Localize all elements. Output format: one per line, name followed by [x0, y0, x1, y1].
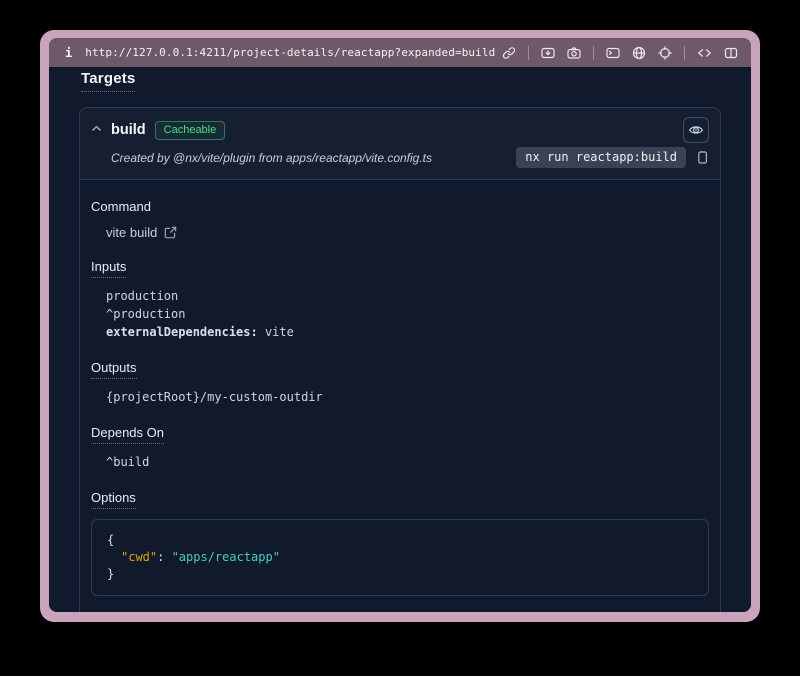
output-item: {projectRoot}/my-custom-outdir	[106, 388, 709, 406]
input-item: externalDependencies: vite	[106, 323, 709, 341]
created-by-text: Created by @nx/vite/plugin from apps/rea…	[111, 151, 432, 165]
inputs-section-label: Inputs	[91, 258, 709, 278]
page-title: Targets	[81, 67, 721, 92]
camera-icon[interactable]	[567, 46, 581, 60]
toolbar-separator	[528, 46, 529, 60]
external-link-icon	[164, 226, 177, 239]
run-command-chip: nx run reactapp:build	[516, 147, 686, 168]
view-graph-button[interactable]	[683, 117, 709, 143]
copy-command-button[interactable]	[696, 150, 709, 165]
terminal-icon[interactable]	[606, 46, 620, 60]
options-json-block: { "cwd": "apps/reactapp" }	[91, 519, 709, 596]
screencast-icon[interactable]	[541, 46, 555, 60]
eye-icon	[688, 122, 704, 138]
chevron-up-icon[interactable]	[91, 121, 102, 139]
target-card-build: build Cacheable Created by @nx/vite/plug…	[79, 107, 721, 612]
url-text[interactable]: http://127.0.0.1:4211/project-details/re…	[85, 46, 502, 59]
depends-on-item: ^build	[106, 453, 709, 471]
toolbar-separator	[684, 46, 685, 60]
target-name[interactable]: build	[111, 122, 146, 138]
split-panel-icon[interactable]	[724, 46, 738, 60]
open-config-button[interactable]	[164, 226, 177, 239]
code-icon[interactable]	[697, 46, 712, 60]
page-content: Targets build Cacheable	[49, 67, 751, 612]
targets-heading-text[interactable]: Targets	[81, 70, 135, 92]
build-card-body: Command vite build I	[80, 180, 720, 612]
toolbar-icons	[502, 46, 738, 60]
outputs-section-label: Outputs	[91, 359, 709, 379]
url-toolbar: i http://127.0.0.1:4211/project-details/…	[49, 38, 751, 67]
options-section-label: Options	[91, 489, 709, 509]
copy-icon	[696, 150, 709, 165]
browser-window: i http://127.0.0.1:4211/project-details/…	[40, 30, 760, 622]
cacheable-badge: Cacheable	[155, 121, 226, 140]
inspect-icon[interactable]	[658, 46, 672, 60]
depends-on-section-label: Depends On	[91, 424, 709, 444]
info-icon: i	[65, 46, 72, 60]
json-open-brace: {	[107, 532, 693, 549]
json-property-line: "cwd": "apps/reactapp"	[107, 549, 693, 566]
command-section-label: Command	[91, 198, 709, 216]
link-icon[interactable]	[502, 46, 516, 60]
build-card-header: build Cacheable Created by @nx/vite/plug…	[80, 108, 720, 180]
json-close-brace: }	[107, 566, 693, 583]
command-value: vite build	[106, 225, 157, 240]
toolbar-separator	[593, 46, 594, 60]
globe-icon[interactable]	[632, 46, 646, 60]
input-item: ^production	[106, 305, 709, 323]
window-inner: i http://127.0.0.1:4211/project-details/…	[49, 38, 751, 612]
input-item: production	[106, 287, 709, 305]
